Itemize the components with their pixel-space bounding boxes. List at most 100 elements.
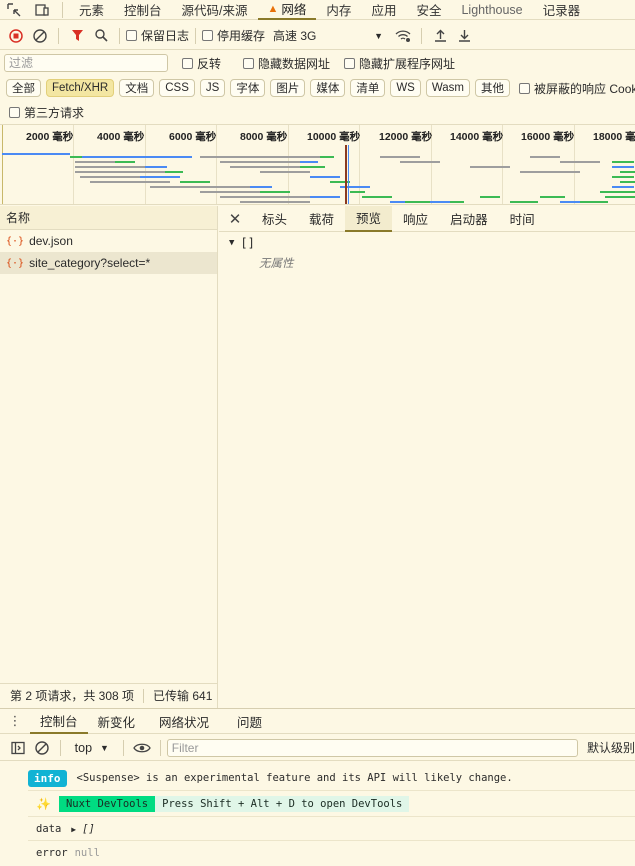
network-overview-timeline[interactable]: 2000 毫秒 4000 毫秒 6000 毫秒 8000 毫秒 10000 毫秒… — [0, 124, 635, 205]
divider — [28, 840, 635, 841]
drawer-tab-changes[interactable]: 新变化 — [88, 708, 146, 734]
drawer-tab-bar: ⋮ 控制台 新变化 网络状况 问题 — [0, 708, 635, 734]
filter-input[interactable]: 过滤 — [4, 54, 168, 72]
timeline-tick-label: 4000 毫秒 — [97, 131, 145, 143]
checkbox-box[interactable] — [344, 57, 356, 69]
tab-preview[interactable]: 预览 — [345, 205, 393, 232]
inspect-element-icon[interactable] — [0, 0, 28, 20]
blocked-cookies-label: 被屏蔽的响应 Cookie — [534, 81, 635, 96]
clear-icon[interactable] — [28, 24, 52, 48]
tab-memory[interactable]: 内存 — [316, 0, 361, 20]
timeline-tick-label: 12000 毫秒 — [379, 131, 433, 143]
tab-elements[interactable]: 元素 — [69, 0, 114, 20]
timeline-segment — [430, 201, 450, 203]
timeline-segment — [220, 161, 300, 163]
timeline-segment — [510, 201, 538, 203]
tab-headers[interactable]: 标头 — [251, 206, 298, 232]
drawer-tab-network-conditions[interactable]: 网络状况 — [145, 708, 219, 734]
timeline-segment — [300, 166, 325, 168]
name-column-header[interactable]: 名称 — [0, 206, 217, 230]
tab-application[interactable]: 应用 — [361, 0, 406, 20]
network-conditions-icon[interactable] — [391, 24, 415, 48]
timeline-tick-label: 8000 毫秒 — [240, 131, 288, 143]
checkbox-box[interactable] — [9, 106, 20, 118]
tab-timing[interactable]: 时间 — [499, 206, 546, 232]
timeline-segment — [240, 201, 310, 203]
filter-icon[interactable] — [65, 24, 89, 48]
hide-data-urls-checkbox[interactable]: 隐藏数据网址 — [243, 55, 330, 72]
network-status-bar: 第 2 项请求，共 308 项 已传输 641 — [0, 683, 218, 707]
type-filter-js[interactable]: JS — [199, 79, 226, 97]
preserve-log-checkbox[interactable]: 保留日志 — [126, 27, 189, 44]
timeline-segment — [300, 161, 318, 163]
tab-recorder[interactable]: 记录器 — [533, 0, 591, 20]
timeline-segment — [310, 176, 340, 178]
divider — [421, 27, 423, 44]
tab-network[interactable]: ▲ 网络 — [257, 0, 317, 20]
nuxt-devtools-badge: Nuxt DevTools — [58, 796, 156, 812]
more-options-icon[interactable]: ⋮ — [0, 711, 30, 731]
type-filter-media[interactable]: 媒体 — [310, 79, 346, 97]
request-row[interactable]: {·} site_category?select=* — [0, 252, 217, 274]
type-filter-doc[interactable]: 文档 — [119, 79, 155, 97]
drawer-tab-console[interactable]: 控制台 — [30, 708, 88, 734]
hide-extension-urls-checkbox[interactable]: 隐藏扩展程序网址 — [344, 55, 455, 72]
throttle-select[interactable]: 高速 3G ▼ — [273, 27, 383, 44]
type-filter-fetch-xhr[interactable]: Fetch/XHR — [46, 79, 115, 97]
close-icon[interactable]: ✕ — [219, 206, 251, 232]
tab-sources[interactable]: 源代码/来源 — [172, 0, 258, 20]
tab-response[interactable]: 响应 — [392, 206, 439, 232]
timeline-segment — [540, 196, 565, 198]
log-level-selector[interactable]: 默认级别 — [587, 739, 635, 756]
preview-root[interactable]: ▼ [] — [219, 232, 635, 254]
checkbox-box[interactable] — [182, 57, 193, 69]
type-filter-font[interactable]: 字体 — [230, 79, 266, 97]
request-row[interactable]: {·} dev.json — [0, 230, 217, 252]
expand-triangle-icon[interactable]: ▼ — [229, 238, 234, 248]
devtools-tab-bar: 元素 控制台 源代码/来源 ▲ 网络 内存 应用 安全 Lighthouse 记… — [0, 0, 635, 20]
tab-lighthouse[interactable]: Lighthouse — [451, 0, 532, 20]
clear-console-icon[interactable] — [30, 736, 54, 760]
timeline-segment — [115, 161, 135, 163]
type-filter-img[interactable]: 图片 — [270, 79, 306, 97]
timeline-segment — [380, 156, 420, 158]
divider — [143, 688, 145, 703]
type-filter-other[interactable]: 其他 — [475, 79, 511, 97]
type-filter-wasm[interactable]: Wasm — [425, 79, 471, 97]
blocked-cookies-checkbox[interactable]: 被屏蔽的响应 Cookie — [519, 80, 635, 97]
checkbox-box[interactable] — [202, 30, 214, 41]
type-filter-manifest[interactable]: 清单 — [350, 79, 386, 97]
type-filter-ws[interactable]: WS — [390, 79, 421, 97]
expand-triangle-icon[interactable]: ▶ — [71, 825, 76, 834]
third-party-checkbox[interactable]: 第三方请求 — [9, 104, 84, 121]
download-icon[interactable] — [452, 24, 476, 48]
drawer-tab-issues[interactable]: 问题 — [219, 708, 272, 734]
checkbox-box[interactable] — [126, 30, 137, 41]
checkbox-box[interactable] — [243, 57, 255, 69]
upload-icon[interactable] — [428, 24, 452, 48]
chevron-down-icon: ▼ — [374, 30, 384, 41]
timeline-tick-line — [2, 125, 3, 204]
tab-payload[interactable]: 载荷 — [298, 206, 345, 232]
tab-console[interactable]: 控制台 — [114, 0, 172, 20]
console-message-data[interactable]: data ▶ [] — [36, 818, 635, 840]
invert-checkbox[interactable]: 反转 — [182, 55, 221, 72]
type-filter-all[interactable]: 全部 — [6, 79, 41, 97]
timeline-segment — [180, 181, 210, 183]
device-toolbar-icon[interactable] — [28, 0, 56, 20]
record-stop-icon[interactable] — [4, 24, 28, 48]
search-icon[interactable] — [89, 24, 113, 48]
request-name: site_category?select=* — [29, 256, 151, 270]
disable-cache-checkbox[interactable]: 停用缓存 — [202, 27, 265, 44]
type-filter-css[interactable]: CSS — [159, 79, 195, 97]
live-expression-eye-icon[interactable] — [130, 736, 154, 760]
checkbox-box[interactable] — [519, 82, 531, 94]
tab-security[interactable]: 安全 — [406, 0, 451, 20]
context-selector[interactable]: top ▼ — [67, 741, 117, 755]
console-message-error: error null — [36, 842, 635, 864]
sidebar-toggle-icon[interactable] — [6, 736, 30, 760]
timeline-segment — [75, 161, 115, 163]
timeline-segment — [620, 181, 635, 183]
tab-initiator[interactable]: 启动器 — [439, 206, 499, 232]
console-filter-input[interactable]: Filter — [166, 738, 578, 757]
